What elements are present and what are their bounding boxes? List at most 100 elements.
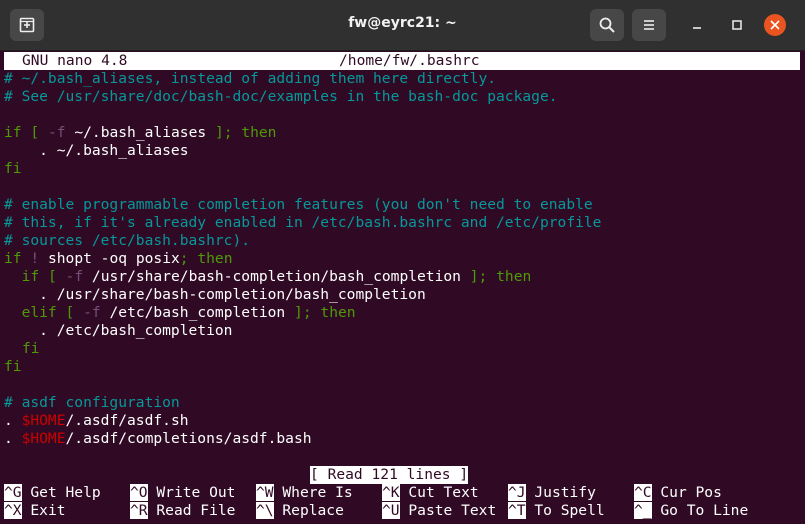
nano-header-bar: GNU nano 4.8/home/fw/.bashrc — [4, 52, 800, 70]
keyword: elif — [21, 304, 57, 321]
menu-button[interactable] — [632, 9, 666, 41]
keyword: if — [4, 124, 22, 141]
shortcut-key: ^\ — [256, 502, 274, 519]
keyword: then — [197, 250, 233, 267]
bracket: ]; — [214, 124, 233, 141]
shortcut-key: ^J — [508, 484, 526, 501]
code-line-6: fi — [4, 160, 22, 177]
shortcut-key: ^G — [4, 484, 22, 501]
shortcut-key: ^O — [130, 484, 148, 501]
shortcut-write-out[interactable]: ^O Write Out — [130, 484, 235, 502]
close-icon — [770, 20, 780, 30]
shortcut-label: Paste Text — [408, 502, 497, 519]
bracket: [ — [47, 268, 57, 285]
semicolon: ; — [179, 250, 189, 267]
code-line-13: . /usr/share/bash-completion/bash_comple… — [4, 286, 426, 303]
shortcut-where-is[interactable]: ^W Where Is — [256, 484, 353, 502]
shortcut-label: To Spell — [534, 502, 605, 519]
shortcut-label: Exit — [30, 502, 66, 519]
shortcut-label: Cur Pos — [660, 484, 722, 501]
shortcut-cut-text[interactable]: ^K Cut Text — [382, 484, 479, 502]
dot-source: . — [4, 430, 22, 447]
bracket: ]; — [469, 268, 488, 285]
code-line-14: elif [ -f /etc/bash_completion ]; then — [4, 304, 356, 322]
path-text: ~/.bash_aliases — [74, 124, 207, 141]
path-text: /etc/bash_completion — [109, 304, 286, 321]
minimize-button[interactable] — [686, 14, 708, 36]
variable: $HOME — [21, 412, 66, 429]
bracket: [ — [65, 304, 75, 321]
bracket: [ — [30, 124, 40, 141]
minimize-icon — [693, 27, 701, 29]
command-text: shopt -oq posix — [47, 250, 180, 267]
hamburger-menu-icon — [644, 20, 654, 30]
shortcut-key: ^C — [634, 484, 652, 501]
code-line-16: fi — [22, 340, 40, 357]
code-line-15: . /etc/bash_completion — [4, 322, 233, 339]
maximize-icon — [732, 20, 742, 30]
path-text: /usr/share/bash-completion/bash_completi… — [91, 268, 461, 285]
title-bar: fw@eyrc21: ~ — [0, 0, 805, 51]
code-line-21: . $HOME/.asdf/completions/asdf.bash — [4, 430, 312, 448]
code-line-1: # ~/.bash_aliases, instead of adding the… — [4, 70, 497, 87]
operator: ! — [30, 250, 40, 267]
shortcut-to-spell[interactable]: ^T To Spell — [508, 502, 605, 520]
shortcut-key: ^U — [382, 502, 400, 519]
path-text: /.asdf/completions/asdf.bash — [65, 430, 312, 447]
shortcut-key: ^K — [382, 484, 400, 501]
flag: -f — [83, 304, 101, 321]
shortcut-key: ^W — [256, 484, 274, 501]
shortcut-label: Get Help — [30, 484, 101, 501]
keyword: then — [320, 304, 356, 321]
code-line-2: # See /usr/share/doc/bash-doc/examples i… — [4, 88, 558, 105]
shortcut-exit[interactable]: ^X Exit — [4, 502, 66, 520]
keyword: if — [4, 250, 22, 267]
shortcut-justify[interactable]: ^J Justify — [508, 484, 596, 502]
nano-filename: /home/fw/.bashrc — [339, 52, 480, 69]
code-line-4: if [ -f ~/.bash_aliases ]; then — [4, 124, 276, 142]
variable: $HOME — [21, 430, 66, 447]
flag: -f — [65, 268, 84, 285]
bracket: ]; — [294, 304, 312, 321]
code-line-5: . ~/.bash_aliases — [4, 142, 189, 159]
shortcut-label: Read File — [156, 502, 236, 519]
close-button[interactable] — [764, 14, 786, 36]
code-line-17: fi — [4, 358, 22, 375]
shortcut-key: ^T — [508, 502, 526, 519]
search-button[interactable] — [590, 9, 624, 41]
nano-version: GNU nano 4.8 — [22, 52, 128, 69]
shortcut-cur-pos[interactable]: ^C Cur Pos — [634, 484, 722, 502]
keyword: then — [496, 268, 532, 285]
code-line-12: if [ -f /usr/share/bash-completion/bash_… — [4, 268, 532, 286]
keyword: if — [21, 268, 40, 285]
shortcut-key: ^_ — [634, 502, 652, 519]
keyword: then — [241, 124, 277, 141]
shortcut-key: ^X — [4, 502, 22, 519]
dot-source: . — [4, 412, 22, 429]
shortcut-label: Cut Text — [408, 484, 479, 501]
shortcut-label: Write Out — [156, 484, 236, 501]
shortcut-label: Go To Line — [660, 502, 749, 519]
search-icon — [599, 17, 615, 33]
shortcut-label: Where Is — [282, 484, 353, 501]
nano-status-message: [ Read 121 lines ] — [310, 466, 469, 484]
code-line-10: # sources /etc/bash.bashrc). — [4, 232, 251, 249]
shortcut-paste-text[interactable]: ^U Paste Text — [382, 502, 496, 520]
maximize-button[interactable] — [726, 14, 748, 36]
terminal-area[interactable]: GNU nano 4.8/home/fw/.bashrc # ~/.bash_a… — [0, 51, 805, 524]
code-line-19: # asdf configuration — [4, 394, 180, 411]
shortcut-key: ^R — [130, 502, 148, 519]
shortcut-read-file[interactable]: ^R Read File — [130, 502, 235, 520]
code-line-20: . $HOME/.asdf/asdf.sh — [4, 412, 189, 430]
flag: -f — [47, 124, 66, 141]
shortcut-label: Justify — [534, 484, 596, 501]
shortcut-replace[interactable]: ^\ Replace — [256, 502, 344, 520]
shortcut-get-help[interactable]: ^G Get Help — [4, 484, 101, 502]
path-text: /.asdf/asdf.sh — [65, 412, 189, 429]
window-title: fw@eyrc21: ~ — [348, 15, 457, 31]
code-line-9: # this, if it's already enabled in /etc/… — [4, 214, 602, 231]
code-line-11: if ! shopt -oq posix; then — [4, 250, 233, 268]
code-line-8: # enable programmable completion feature… — [4, 196, 593, 213]
shortcut-go-to-line[interactable]: ^_ Go To Line — [634, 502, 748, 520]
terminal-window: fw@eyrc21: ~ GNU nano 4.8 /home/fw/.bash… — [0, 0, 805, 524]
